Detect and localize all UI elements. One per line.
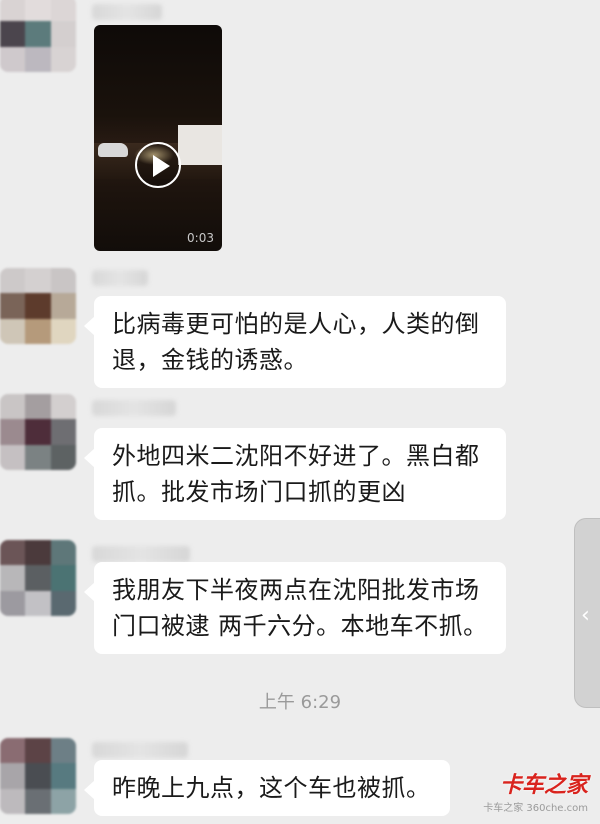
message-bubble[interactable]: 我朋友下半夜两点在沈阳批发市场 门口被逮 两千六分。本地车不抓。 [84,562,506,654]
sender-name-blurred [92,742,188,758]
message-text-line: 外地四米二沈阳不好进了。黑白都 [112,442,480,470]
message-bubble[interactable]: 外地四米二沈阳不好进了。黑白都 抓。批发市场门口抓的更凶 [84,428,506,520]
message-text-line: 我朋友下半夜两点在沈阳批发市场 [112,576,480,604]
message-text-line: 抓。批发市场门口抓的更凶 [112,478,406,506]
sender-name-blurred [92,270,148,286]
avatar[interactable] [0,738,76,814]
chevron-left-icon[interactable]: ‹ [581,603,590,628]
avatar[interactable] [0,0,76,72]
message-bubble[interactable]: 昨晚上九点，这个车也被抓。 [84,760,450,816]
message-text-line: 门口被逮 两千六分。本地车不抓。 [112,612,488,640]
side-panel-handle[interactable]: ‹ [574,518,600,708]
sender-name-blurred [92,400,176,416]
watermark-sub-text: 卡车之家 360che.com [483,803,588,814]
video-duration: 0:03 [187,231,214,245]
avatar[interactable] [0,268,76,344]
message-bubble[interactable]: 比病毒更可怕的是人心，人类的倒 退，金钱的诱惑。 [84,296,506,388]
watermark: 卡车之家 卡车之家 360che.com [483,767,588,814]
avatar[interactable] [0,394,76,470]
avatar[interactable] [0,540,76,616]
message-text-line: 退，金钱的诱惑。 [112,346,308,374]
video-message[interactable]: 0:03 [94,25,222,251]
watermark-logo-text: 卡车之家 [499,773,588,798]
timestamp: 上午 6:29 [258,692,342,713]
play-icon[interactable] [135,142,181,188]
video-frame-car [98,143,128,157]
sender-name-blurred [92,546,190,562]
sender-name-blurred [92,4,162,20]
message-text-line: 昨晚上九点，这个车也被抓。 [112,774,431,802]
message-text-line: 比病毒更可怕的是人心，人类的倒 [112,310,480,338]
video-frame-truck [178,125,222,165]
